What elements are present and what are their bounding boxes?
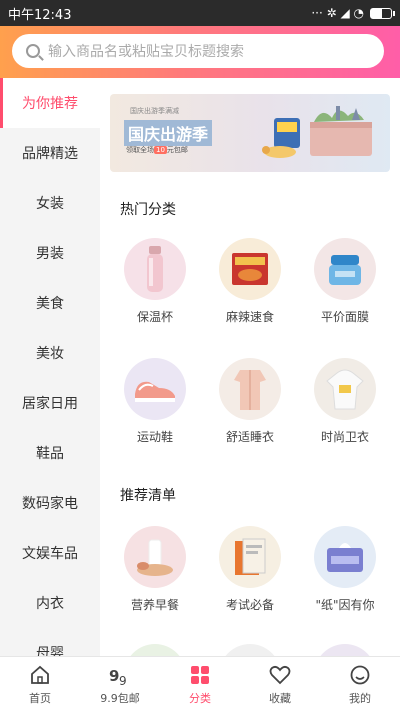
hoodie-icon bbox=[314, 358, 376, 420]
category-label: 运动鞋 bbox=[136, 430, 173, 444]
user-icon bbox=[349, 663, 371, 687]
recommend-item-tissue[interactable]: "纸"因有你 bbox=[300, 526, 390, 613]
hot-categories-title: 热门分类 bbox=[120, 202, 176, 218]
category-item-sneakers[interactable]: 运动鞋 bbox=[110, 358, 200, 445]
spicy-noodle-pack-icon bbox=[219, 238, 281, 300]
svg-text:9: 9 bbox=[109, 667, 119, 685]
sidebar-item-label: 内衣 bbox=[36, 596, 64, 612]
banner-title: 国庆出游季 bbox=[124, 120, 213, 146]
recommend-item-partial[interactable] bbox=[300, 644, 390, 656]
sidebar-item-label: 居家日用 bbox=[22, 396, 78, 412]
sidebar-item-entertainment[interactable]: 文娱车品 bbox=[0, 528, 100, 578]
banner-sub-suffix: 元包邮 bbox=[166, 146, 188, 154]
banner-subtitle: 领取全场 10 元包邮 bbox=[126, 145, 188, 155]
travel-suitcase-illustration bbox=[262, 106, 372, 158]
thermos-bottle-icon bbox=[124, 238, 186, 300]
recommend-list-title: 推荐清单 bbox=[120, 488, 176, 504]
promo-banner[interactable]: 国庆出游季满减 国庆出游季 领取全场 10 元包邮 bbox=[110, 94, 390, 172]
home-icon bbox=[29, 663, 51, 687]
pajamas-icon bbox=[219, 358, 281, 420]
sidebar-item-label: 为你推荐 bbox=[22, 96, 78, 112]
nav-99-free-shipping[interactable]: 99 9.9包邮 bbox=[80, 657, 160, 711]
header: 输入商品名或粘贴宝贝标题搜索 bbox=[0, 26, 400, 78]
nav-category[interactable]: 分类 bbox=[160, 657, 240, 711]
sidebar-item-home[interactable]: 居家日用 bbox=[0, 378, 100, 428]
recommend-item-partial[interactable] bbox=[110, 644, 200, 656]
sidebar-item-label: 男装 bbox=[36, 246, 64, 262]
nav-label: 收藏 bbox=[269, 691, 291, 705]
tissue-box-icon bbox=[314, 526, 376, 588]
category-item-hoodie[interactable]: 时尚卫衣 bbox=[300, 358, 390, 445]
bottom-navigation: 首页 99 9.9包邮 分类 收藏 我的 bbox=[0, 656, 400, 711]
sidebar-item-men[interactable]: 男装 bbox=[0, 228, 100, 278]
sidebar-item-label: 数码家电 bbox=[22, 496, 78, 512]
search-placeholder: 输入商品名或粘贴宝贝标题搜索 bbox=[48, 44, 244, 60]
sidebar-item-baby[interactable]: 母婴 bbox=[0, 628, 100, 656]
nav-label: 我的 bbox=[349, 691, 371, 705]
recommend-item-exam[interactable]: 考试必备 bbox=[205, 526, 295, 613]
category-icon bbox=[189, 663, 211, 687]
heart-icon bbox=[269, 663, 291, 687]
recommend-item-breakfast[interactable]: 营养早餐 bbox=[110, 526, 200, 613]
sidebar-item-underwear[interactable]: 内衣 bbox=[0, 578, 100, 628]
sidebar-item-beauty[interactable]: 美妆 bbox=[0, 328, 100, 378]
category-item-thermos[interactable]: 保温杯 bbox=[110, 238, 200, 325]
sidebar-item-women[interactable]: 女装 bbox=[0, 178, 100, 228]
sidebar-item-recommend[interactable]: 为你推荐 bbox=[0, 78, 100, 128]
status-time: 中午12:43 bbox=[8, 7, 72, 23]
banner-sub-badge: 10 bbox=[154, 146, 167, 154]
banner-small-text: 国庆出游季满减 bbox=[130, 107, 179, 115]
svg-text:9: 9 bbox=[119, 674, 127, 686]
category-item-spicy-noodles[interactable]: 麻辣速食 bbox=[205, 238, 295, 325]
category-label: 舒适睡衣 bbox=[225, 430, 274, 444]
sidebar-item-label: 美食 bbox=[36, 296, 64, 312]
category-label: 平价面膜 bbox=[320, 310, 369, 324]
search-input[interactable]: 输入商品名或粘贴宝贝标题搜索 bbox=[12, 34, 384, 68]
status-icons-text: ··· ✲ ◢ ◔ bbox=[311, 6, 364, 20]
exam-books-icon bbox=[219, 526, 281, 588]
recommend-label: 考试必备 bbox=[225, 598, 274, 612]
nav-home[interactable]: 首页 bbox=[0, 657, 80, 711]
recommend-label: "纸"因有你 bbox=[315, 598, 375, 612]
sidebar-item-brand[interactable]: 品牌精选 bbox=[0, 128, 100, 178]
partial-item-icon bbox=[219, 644, 281, 656]
recommend-label: 营养早餐 bbox=[130, 598, 179, 612]
partial-item-icon bbox=[314, 644, 376, 656]
search-icon bbox=[26, 44, 40, 58]
face-mask-jar-icon bbox=[314, 238, 376, 300]
sidebar-item-food[interactable]: 美食 bbox=[0, 278, 100, 328]
banner-sub-prefix: 领取全场 bbox=[126, 146, 154, 154]
sneaker-icon bbox=[124, 358, 186, 420]
nav-label: 首页 bbox=[29, 691, 51, 705]
partial-item-icon bbox=[124, 644, 186, 656]
milk-breakfast-icon bbox=[124, 526, 186, 588]
nav-favorites[interactable]: 收藏 bbox=[240, 657, 320, 711]
category-item-pajamas[interactable]: 舒适睡衣 bbox=[205, 358, 295, 445]
sidebar-item-label: 女装 bbox=[36, 196, 64, 212]
category-label: 麻辣速食 bbox=[225, 310, 274, 324]
ninety-nine-icon: 99 bbox=[108, 663, 132, 687]
sidebar-item-label: 鞋品 bbox=[36, 446, 64, 462]
sidebar-item-label: 母婴 bbox=[36, 646, 64, 656]
category-item-face-mask[interactable]: 平价面膜 bbox=[300, 238, 390, 325]
battery-icon bbox=[370, 7, 395, 19]
nav-label: 9.9包邮 bbox=[100, 691, 140, 705]
category-sidebar: 为你推荐 品牌精选 女装 男装 美食 美妆 居家日用 鞋品 数码家电 文娱车品 … bbox=[0, 78, 100, 656]
sidebar-item-label: 文娱车品 bbox=[22, 546, 78, 562]
sidebar-item-label: 品牌精选 bbox=[22, 146, 78, 162]
nav-label: 分类 bbox=[189, 691, 211, 705]
category-content: 国庆出游季满减 国庆出游季 领取全场10元包邮 热门分类 保温杯 麻辣速食 bbox=[100, 78, 400, 656]
sidebar-item-label: 美妆 bbox=[36, 346, 64, 362]
nav-mine[interactable]: 我的 bbox=[320, 657, 400, 711]
status-indicators: ··· ✲ ◢ ◔ bbox=[311, 6, 395, 20]
recommend-item-partial[interactable] bbox=[205, 644, 295, 656]
category-label: 时尚卫衣 bbox=[320, 430, 369, 444]
category-label: 保温杯 bbox=[136, 310, 173, 324]
sidebar-item-digital[interactable]: 数码家电 bbox=[0, 478, 100, 528]
status-bar: 中午12:43 ··· ✲ ◢ ◔ bbox=[0, 0, 400, 26]
sidebar-item-shoes[interactable]: 鞋品 bbox=[0, 428, 100, 478]
